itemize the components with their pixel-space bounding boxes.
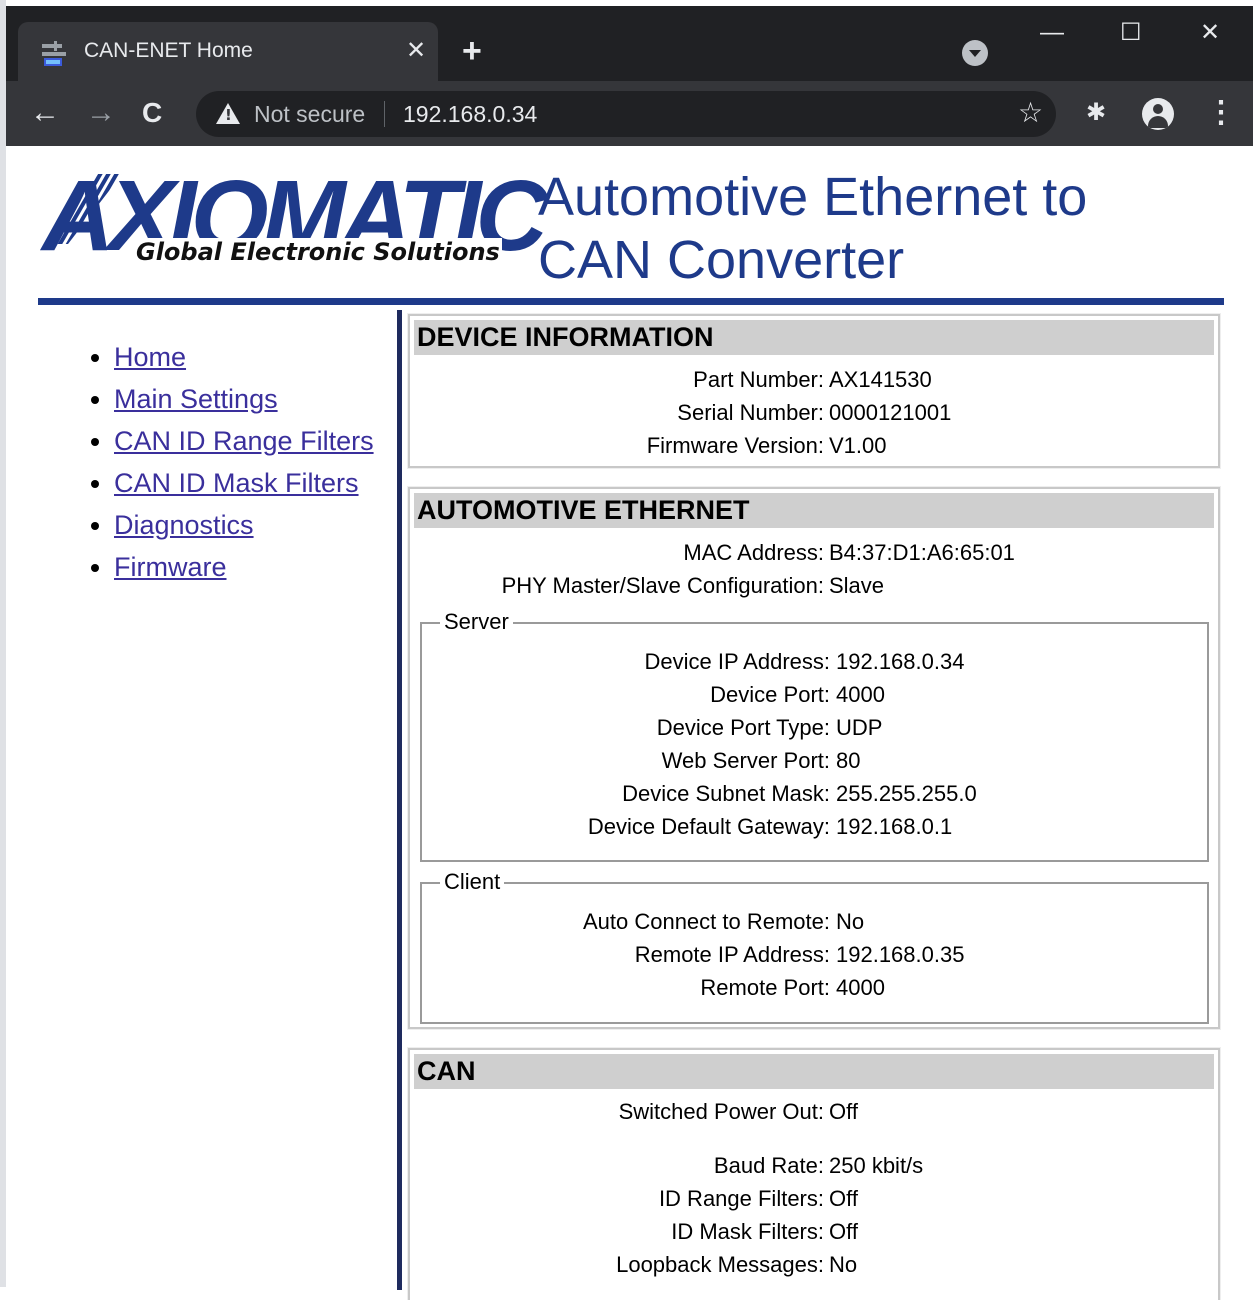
sidebar-link-home[interactable]: Home bbox=[114, 342, 186, 372]
tab-strip: CAN-ENET Home ✕ + — ☐ ✕ bbox=[6, 6, 1253, 81]
sidebar-link-firmware[interactable]: Firmware bbox=[114, 552, 227, 582]
sidebar-item-firmware: Firmware bbox=[114, 546, 388, 588]
field-value: 250 kbit/s bbox=[829, 1153, 924, 1178]
sidebar-link-can-id-range-filters[interactable]: CAN ID Range Filters bbox=[114, 426, 374, 456]
field-value: 192.168.0.34 bbox=[836, 649, 965, 674]
tab-close-icon[interactable]: ✕ bbox=[406, 36, 426, 66]
field-label: MAC Address: bbox=[683, 540, 824, 565]
security-label[interactable]: Not secure bbox=[254, 101, 365, 128]
url-text[interactable]: 192.168.0.34 bbox=[403, 101, 537, 128]
field-value: B4:37:D1:A6:65:01 bbox=[829, 540, 1015, 565]
vertical-divider bbox=[397, 310, 402, 1290]
section-title: CAN bbox=[414, 1054, 1214, 1089]
header-rule bbox=[38, 298, 1224, 305]
client-legend: Client bbox=[440, 870, 505, 894]
network-favicon-icon bbox=[42, 41, 66, 66]
field-value: Off bbox=[829, 1186, 858, 1211]
browser-chrome: CAN-ENET Home ✕ + — ☐ ✕ ← → C Not secure… bbox=[6, 6, 1253, 146]
field-value: 4000 bbox=[836, 682, 885, 707]
sidebar-item-main-settings: Main Settings bbox=[114, 378, 388, 420]
server-fieldset: Server Device IP Address: 192.168.0.34 D… bbox=[420, 610, 1209, 862]
field-label: Firmware Version: bbox=[646, 433, 824, 458]
field-label: Auto Connect to Remote: bbox=[582, 909, 830, 934]
field-value: Off bbox=[829, 1099, 858, 1124]
tab-search-icon[interactable] bbox=[962, 40, 988, 66]
field-value: 255.255.255.0 bbox=[836, 781, 977, 806]
tab-title: CAN-ENET Home bbox=[84, 39, 253, 62]
logo-tagline: Global Electronic Solutions bbox=[134, 238, 502, 266]
sidebar-link-main-settings[interactable]: Main Settings bbox=[114, 384, 278, 414]
close-window-button[interactable]: ✕ bbox=[1200, 18, 1220, 48]
sidebar-item-diagnostics: Diagnostics bbox=[114, 504, 388, 546]
field-label: ID Range Filters: bbox=[658, 1186, 824, 1211]
page-title-line2: CAN Converter bbox=[538, 230, 905, 290]
field-value: Off bbox=[829, 1219, 858, 1244]
back-button[interactable]: ← bbox=[30, 95, 60, 131]
omnibox-separator bbox=[384, 101, 385, 127]
field-label: Serial Number: bbox=[677, 400, 824, 425]
page-content: AXIOMATIC Global Electronic Solutions Au… bbox=[6, 146, 1253, 1300]
sidebar-link-can-id-mask-filters[interactable]: CAN ID Mask Filters bbox=[114, 468, 359, 498]
maximize-button[interactable]: ☐ bbox=[1120, 18, 1142, 48]
reload-button[interactable]: C bbox=[142, 95, 162, 131]
field-label: Device Port: bbox=[710, 682, 830, 707]
field-label: Remote Port: bbox=[700, 975, 830, 1000]
browser-tab[interactable]: CAN-ENET Home ✕ bbox=[18, 22, 438, 81]
section-title: DEVICE INFORMATION bbox=[414, 320, 1214, 355]
field-value: 192.168.0.35 bbox=[836, 942, 965, 967]
address-bar[interactable]: Not secure 192.168.0.34 ☆ bbox=[196, 91, 1056, 137]
field-value: 80 bbox=[836, 748, 861, 773]
minimize-button[interactable]: — bbox=[1040, 18, 1064, 48]
browser-menu-icon[interactable]: ⋮ bbox=[1206, 95, 1236, 130]
field-label: Device Default Gateway: bbox=[587, 814, 830, 839]
field-value: 4000 bbox=[836, 975, 885, 1000]
profile-avatar-icon[interactable] bbox=[1142, 98, 1174, 130]
field-value: V1.00 bbox=[829, 433, 887, 458]
field-label: Device Port Type: bbox=[656, 715, 830, 740]
field-value: No bbox=[836, 909, 865, 934]
field-value: No bbox=[829, 1252, 858, 1277]
field-label: Device IP Address: bbox=[644, 649, 830, 674]
device-information-section: DEVICE INFORMATION Part Number: AX141530… bbox=[408, 314, 1220, 468]
automotive-ethernet-section: AUTOMOTIVE ETHERNET MAC Address: B4:37:D… bbox=[408, 487, 1220, 1029]
field-label: ID Mask Filters: bbox=[671, 1219, 824, 1244]
browser-toolbar: ← → C Not secure 192.168.0.34 ☆ ✱ ⋮ bbox=[6, 81, 1253, 146]
sidebar-item-can-id-range-filters: CAN ID Range Filters bbox=[114, 420, 388, 462]
new-tab-button[interactable]: + bbox=[462, 34, 482, 68]
forward-button[interactable]: → bbox=[86, 95, 116, 131]
client-fieldset: Client Auto Connect to Remote: No Remote… bbox=[420, 870, 1209, 1024]
sidebar-nav: Home Main Settings CAN ID Range Filters … bbox=[38, 336, 388, 588]
bookmark-star-icon[interactable]: ☆ bbox=[1018, 96, 1043, 129]
field-label: Web Server Port: bbox=[661, 748, 830, 773]
field-label: PHY Master/Slave Configuration: bbox=[501, 573, 824, 598]
can-section: CAN Switched Power Out: Off Baud Rate: 2… bbox=[408, 1048, 1220, 1300]
extensions-puzzle-icon[interactable]: ✱ bbox=[1086, 98, 1106, 127]
warning-icon[interactable] bbox=[216, 103, 240, 124]
page-title-line1: Automotive Ethernet to bbox=[538, 167, 1088, 227]
field-label: Baud Rate: bbox=[713, 1153, 824, 1178]
field-value: 192.168.0.1 bbox=[836, 814, 953, 839]
section-title: AUTOMOTIVE ETHERNET bbox=[414, 493, 1214, 528]
page-title: Automotive Ethernet to CAN Converter bbox=[538, 166, 1087, 292]
sidebar-link-diagnostics[interactable]: Diagnostics bbox=[114, 510, 254, 540]
sidebar-item-can-id-mask-filters: CAN ID Mask Filters bbox=[114, 462, 388, 504]
field-value: Slave bbox=[829, 573, 885, 598]
field-label: Switched Power Out: bbox=[618, 1099, 824, 1124]
sidebar-item-home: Home bbox=[114, 336, 388, 378]
field-value: AX141530 bbox=[829, 367, 932, 392]
field-value: UDP bbox=[836, 715, 883, 740]
field-label: Part Number: bbox=[693, 367, 824, 392]
server-legend: Server bbox=[440, 610, 513, 634]
field-label: Remote IP Address: bbox=[634, 942, 830, 967]
axiomatic-logo: AXIOMATIC Global Electronic Solutions bbox=[38, 166, 548, 286]
field-label: Device Subnet Mask: bbox=[622, 781, 830, 806]
field-value: 0000121001 bbox=[829, 400, 952, 425]
field-label: Loopback Messages: bbox=[616, 1252, 824, 1277]
